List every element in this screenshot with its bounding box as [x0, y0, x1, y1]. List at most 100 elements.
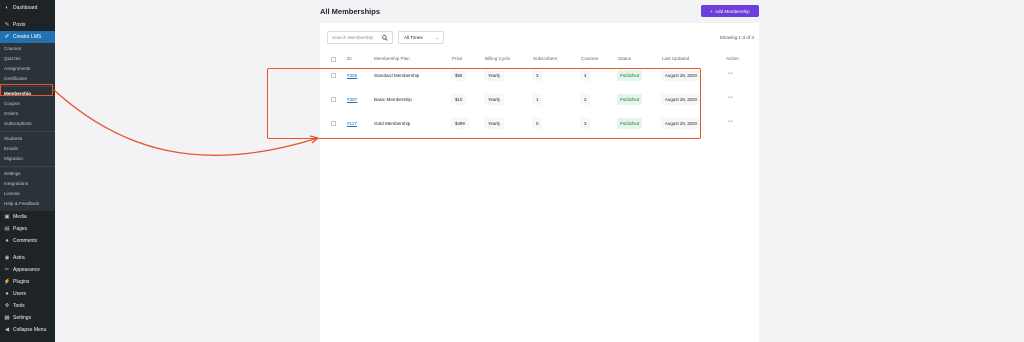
row-id-link[interactable]: #117: [347, 121, 357, 126]
sidebar-item-label: Appearance: [13, 267, 40, 273]
submenu-quizzes[interactable]: Quizzes: [0, 54, 55, 64]
row-price: $499: [451, 118, 469, 129]
row-updated: August 28, 2020: [661, 70, 701, 81]
row-updated: August 28, 2020: [661, 94, 701, 105]
submenu-license[interactable]: License: [0, 189, 55, 199]
admin-sidebar: ◐ Dashboard ✎ Posts ✐ Creator LMS Course…: [0, 0, 55, 342]
row-id-link[interactable]: #365: [347, 73, 357, 78]
sidebar-item-appearance[interactable]: ✏ Appearance: [0, 264, 55, 276]
col-status: Status: [618, 56, 632, 61]
submenu-settings[interactable]: Settings: [0, 169, 55, 179]
row-checkbox[interactable]: [331, 121, 336, 126]
submenu-membership[interactable]: Membership: [0, 89, 55, 99]
row-actions-menu[interactable]: ···: [727, 70, 733, 77]
status-badge: Published: [617, 70, 643, 81]
add-membership-label: Add Membership: [714, 8, 750, 14]
sidebar-item-creator-lms[interactable]: ✐ Creator LMS: [0, 31, 55, 43]
sidebar-item-tools[interactable]: ✜ Tools: [0, 300, 55, 312]
comments-icon: ●: [5, 238, 9, 244]
date-filter-select[interactable]: All Times ⌄: [398, 31, 444, 44]
sidebar-item-label: Collapse Menu: [13, 327, 47, 333]
row-plan: Gold Membership: [374, 121, 411, 126]
filter-value: All Times: [404, 35, 423, 40]
row-courses: 3: [580, 118, 591, 129]
sidebar-item-settings[interactable]: ▦ Settings: [0, 312, 55, 324]
sidebar-item-dashboard[interactable]: ◐ Dashboard: [0, 2, 55, 14]
sidebar-item-users[interactable]: ● Users: [0, 288, 55, 300]
tools-icon: ✜: [4, 303, 10, 309]
sidebar-item-label: Media: [13, 214, 27, 220]
sidebar-item-media[interactable]: ▣ Media: [0, 211, 55, 223]
chevron-down-icon: ⌄: [435, 35, 439, 40]
search-placeholder: Search Membership: [332, 35, 374, 40]
collapse-icon: ◀: [4, 327, 10, 333]
sidebar-item-label: Comments: [13, 238, 38, 244]
sidebar-item-label: Creator LMS: [13, 34, 42, 40]
row-courses: 2: [580, 94, 591, 105]
row-billing: Yearly: [484, 70, 505, 81]
row-actions-menu[interactable]: ···: [727, 118, 733, 125]
creator-lms-submenu: Courses Quizzes Assignments Certificates…: [0, 43, 55, 211]
sidebar-item-label: Astra: [13, 255, 25, 261]
appearance-icon: ✏: [4, 267, 10, 273]
row-subscribers: 3: [532, 70, 543, 81]
table-row: #117 Gold Membership $499 Yearly 0 3 Pub…: [320, 112, 759, 136]
sidebar-item-label: Tools: [13, 303, 25, 309]
sidebar-item-collapse[interactable]: ◀ Collapse Menu: [0, 324, 55, 336]
row-plan: Standard Membership: [374, 73, 420, 78]
col-action: Action: [726, 56, 739, 61]
row-actions-menu[interactable]: ···: [727, 94, 733, 101]
row-billing: Yearly: [484, 118, 505, 129]
main-content: All Memberships + Add Membership Search …: [55, 0, 1024, 342]
sidebar-item-astra[interactable]: ◉ Astra: [0, 252, 55, 264]
search-icon[interactable]: [382, 35, 388, 43]
sidebar-item-label: Plugins: [13, 279, 30, 285]
submenu-subscriptions[interactable]: Subscriptions: [0, 119, 55, 129]
submenu-coupon[interactable]: Coupon: [0, 99, 55, 109]
row-checkbox[interactable]: [331, 97, 336, 102]
sidebar-item-comments[interactable]: ● Comments: [0, 235, 55, 247]
col-courses: Courses: [581, 56, 599, 61]
sidebar-item-pages[interactable]: ▤ Pages: [0, 223, 55, 235]
sidebar-item-posts[interactable]: ✎ Posts: [0, 19, 55, 31]
row-price: $50: [451, 70, 467, 81]
memberships-panel: Search Membership All Times ⌄ Showing 1-…: [320, 23, 759, 342]
submenu-emails[interactable]: Emails: [0, 144, 55, 154]
submenu-migration[interactable]: Migration: [0, 154, 55, 164]
submenu-divider: [0, 86, 55, 87]
submenu-help-feedback[interactable]: Help & Feedback: [0, 199, 55, 209]
submenu-integrations[interactable]: Integrations: [0, 179, 55, 189]
col-id: ID: [347, 56, 352, 61]
select-all-checkbox[interactable]: [331, 57, 336, 62]
creator-lms-icon: ✐: [4, 34, 10, 40]
row-courses: 4: [580, 70, 591, 81]
sidebar-item-plugins[interactable]: ⚡ Plugins: [0, 276, 55, 288]
sidebar-item-label: Pages: [13, 226, 28, 232]
row-checkbox[interactable]: [331, 73, 336, 78]
pin-icon: ✎: [4, 22, 10, 28]
table-row: #365 Standard Membership $50 Yearly 3 4 …: [320, 64, 759, 88]
row-billing: Yearly: [484, 94, 505, 105]
submenu-divider: [0, 166, 55, 167]
sidebar-item-label: Settings: [13, 315, 32, 321]
search-input[interactable]: Search Membership: [327, 31, 393, 44]
col-updated: Last Updated: [662, 56, 690, 61]
add-membership-button[interactable]: + Add Membership: [701, 5, 759, 17]
table-row: #367 Basic Membership $10 Yearly 1 2 Pub…: [320, 88, 759, 112]
media-icon: ▣: [4, 214, 10, 220]
row-subscribers: 1: [532, 94, 543, 105]
submenu-certificates[interactable]: Certificates: [0, 74, 55, 84]
row-updated: August 29, 2020: [661, 118, 701, 129]
col-plan: Membership Plan: [374, 56, 410, 61]
col-billing: Billing Cycle: [485, 56, 511, 61]
sidebar-item-label: Dashboard: [13, 5, 38, 11]
row-id-link[interactable]: #367: [347, 97, 357, 102]
submenu-assignments[interactable]: Assignments: [0, 64, 55, 74]
submenu-students[interactable]: Students: [0, 134, 55, 144]
submenu-orders[interactable]: Orders: [0, 109, 55, 119]
dashboard-icon: ◐: [5, 5, 9, 11]
status-badge: Published: [617, 118, 643, 129]
results-count: Showing 1-3 of 3: [719, 35, 754, 40]
row-plan: Basic Membership: [374, 97, 412, 102]
submenu-courses[interactable]: Courses: [0, 44, 55, 54]
